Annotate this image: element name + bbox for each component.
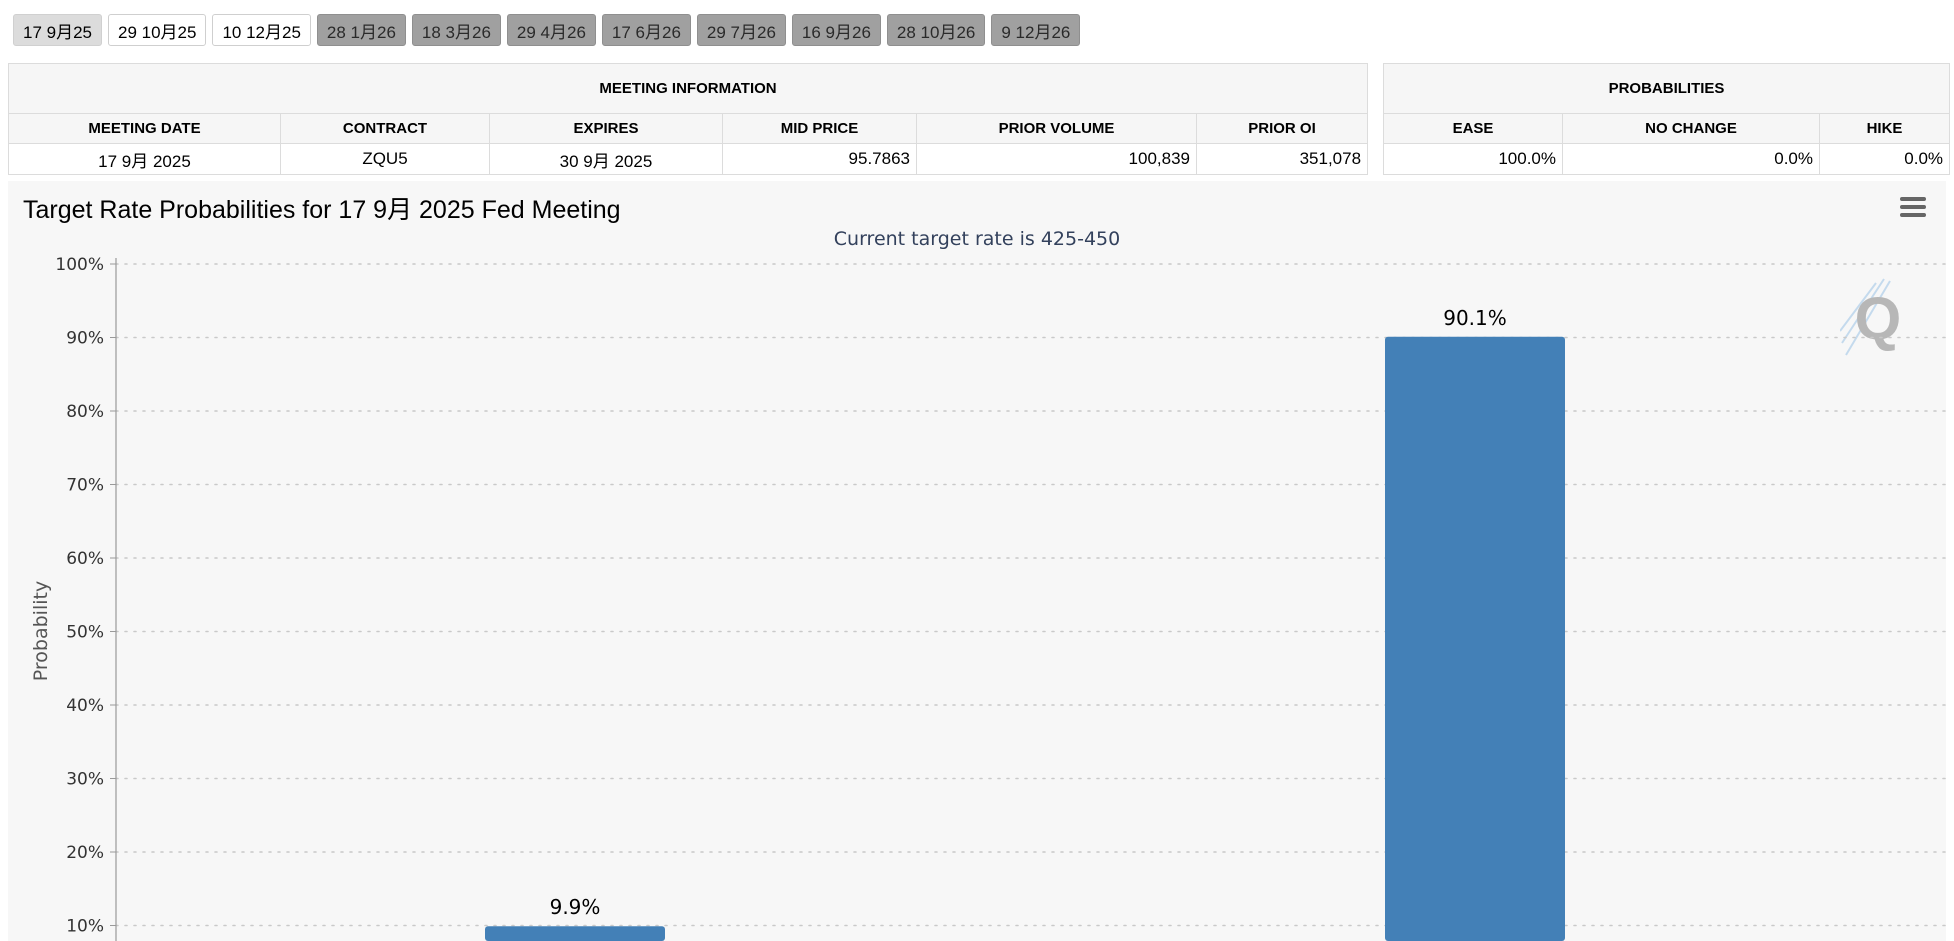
cell-no-change: 0.0%: [1562, 143, 1820, 175]
cell-expires: 30 9月 2025: [489, 143, 723, 175]
data-label: 90.1%: [1443, 306, 1507, 330]
tab-meeting-date[interactable]: 29 4月26: [506, 14, 596, 46]
cell-contract: ZQU5: [280, 143, 490, 175]
y-tick-label: 70%: [66, 476, 104, 496]
meeting-information-table: MEETING INFORMATION MEETING DATE CONTRAC…: [7, 63, 1369, 175]
header-no-change: NO CHANGE: [1562, 113, 1820, 144]
data-label: 9.9%: [550, 895, 601, 919]
probabilities-title: PROBABILITIES: [1382, 63, 1951, 114]
tab-meeting-date[interactable]: 16 9月26: [791, 14, 881, 46]
header-meeting-date: MEETING DATE: [8, 113, 281, 144]
y-axis-title: Probability: [30, 581, 52, 681]
bar: [1385, 336, 1565, 941]
cell-mid-price: 95.7863: [722, 143, 917, 175]
y-tick-label: 10%: [66, 917, 104, 937]
bar-chart: 100% 90% 80% 70% 60% 50% 40% 30% 20% 10% Probabili…: [30, 255, 1946, 941]
table-row: 100.0% 0.0% 0.0%: [1383, 143, 1951, 175]
bar: [485, 926, 665, 941]
y-tick-label: 40%: [66, 696, 104, 716]
header-mid-price: MID PRICE: [722, 113, 917, 144]
meeting-date-tabs: 17 9月25 29 10月25 10 12月25 28 1月26 18 3月26 29 …: [13, 14, 1081, 48]
tab-meeting-date[interactable]: 29 7月26: [696, 14, 786, 46]
cell-meeting-date: 17 9月 2025: [8, 143, 281, 175]
y-tick-label: 20%: [66, 843, 104, 863]
tab-meeting-date[interactable]: 28 1月26: [316, 14, 406, 46]
tab-meeting-date[interactable]: 28 10月26: [886, 14, 986, 46]
header-prior-volume: PRIOR VOLUME: [916, 113, 1197, 144]
tab-meeting-date[interactable]: 29 10月25: [108, 14, 207, 46]
y-tick-label: 50%: [66, 623, 104, 643]
tab-meeting-date[interactable]: 9 12月26: [991, 14, 1081, 46]
header-ease: EASE: [1383, 113, 1563, 144]
header-contract: CONTRACT: [280, 113, 490, 144]
table-row: 17 9月 2025 ZQU5 30 9月 2025 95.7863 100,8…: [8, 143, 1369, 175]
header-prior-oi: PRIOR OI: [1195, 113, 1369, 144]
chart-panel: Target Rate Probabilities for 17 9月 2025…: [8, 181, 1946, 941]
probabilities-table: PROBABILITIES EASE NO CHANGE HIKE 100.0%…: [1382, 63, 1951, 175]
tab-meeting-date[interactable]: 18 3月26: [411, 14, 501, 46]
y-tick-label: 90%: [66, 329, 104, 349]
y-tick-label: 80%: [66, 402, 104, 422]
tab-meeting-date[interactable]: 17 9月25: [13, 14, 102, 46]
header-expires: EXPIRES: [489, 113, 723, 144]
meeting-information-title: MEETING INFORMATION: [7, 63, 1369, 114]
y-tick-label: 100%: [55, 255, 104, 275]
y-tick-label: 60%: [66, 549, 104, 569]
cell-ease: 100.0%: [1383, 143, 1563, 175]
cell-hike: 0.0%: [1818, 143, 1951, 175]
tab-meeting-date[interactable]: 10 12月25: [212, 14, 311, 46]
cell-prior-volume: 100,839: [916, 143, 1197, 175]
cell-prior-oi: 351,078: [1195, 143, 1369, 175]
header-hike: HIKE: [1818, 113, 1951, 144]
y-tick-label: 30%: [66, 770, 104, 790]
tab-meeting-date[interactable]: 17 6月26: [601, 14, 691, 46]
